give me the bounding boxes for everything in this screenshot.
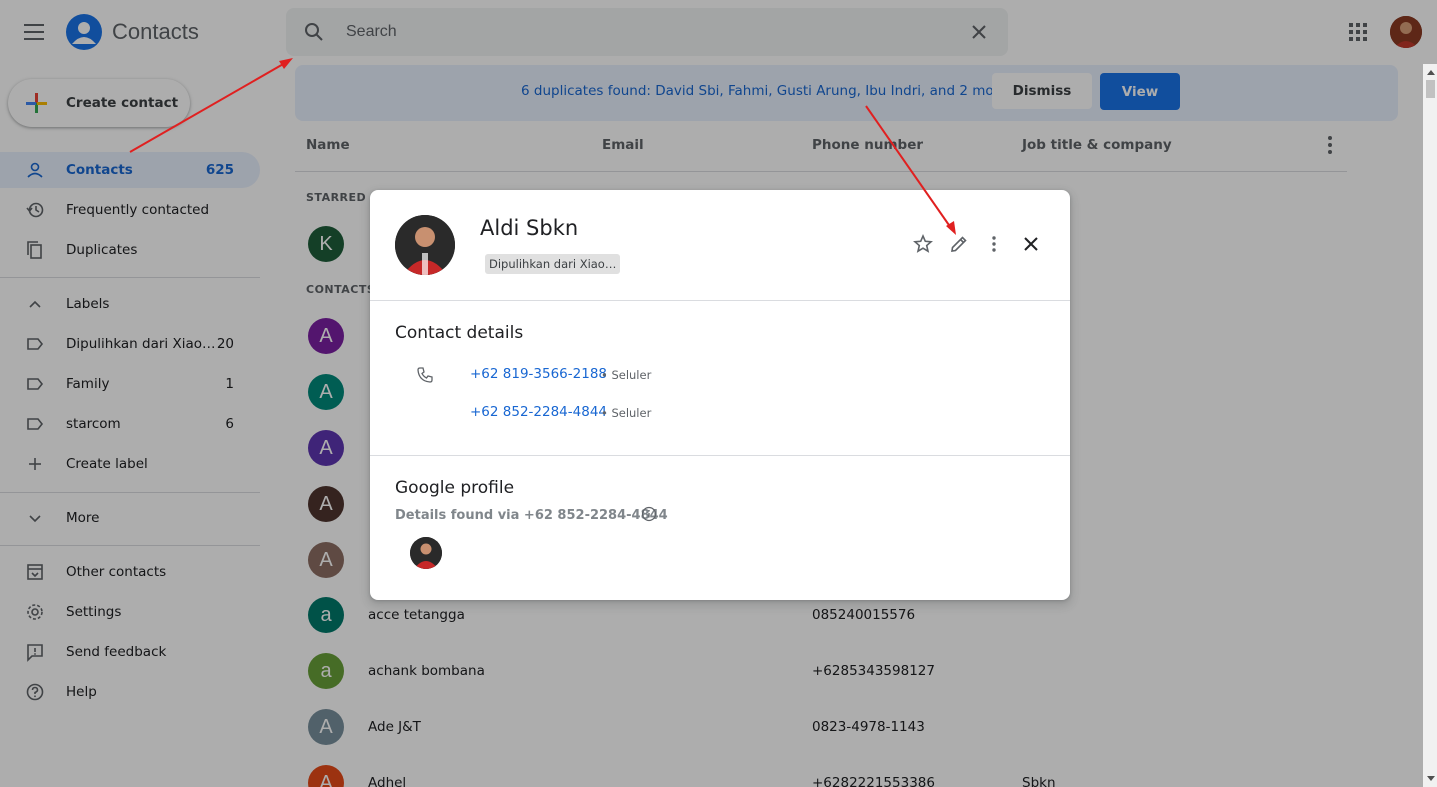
phone-link[interactable]: +62 819-3566-2188 [470,366,607,382]
dialog-divider [370,300,1070,301]
contact-name-title: Aldi Sbkn [480,216,579,240]
phone-type: • Seluler [601,368,652,382]
phone-type: • Seluler [601,406,652,420]
info-icon[interactable] [641,506,657,522]
scroll-down-arrow[interactable] [1427,776,1435,781]
details-found-text: Details found via +62 852-2284-4844 [395,508,668,523]
contact-dialog: Aldi Sbkn Dipulihkan dari Xiao… Contact … [370,190,1070,600]
google-profile-photo[interactable] [410,537,442,569]
phone-icon [417,367,433,383]
phone-link[interactable]: +62 852-2284-4844 [470,404,607,420]
scroll-up-arrow[interactable] [1427,70,1435,75]
star-icon[interactable] [911,232,935,256]
edit-icon[interactable] [947,232,971,256]
contact-photo [395,215,455,275]
close-icon[interactable] [1019,232,1043,256]
scrollbar-thumb[interactable] [1426,80,1435,98]
scrollbar[interactable] [1423,64,1437,787]
label-chip[interactable]: Dipulihkan dari Xiao… [485,254,621,274]
google-profile-title: Google profile [395,478,515,498]
more-vert-icon[interactable] [982,232,1006,256]
contact-details-title: Contact details [395,323,524,343]
dialog-divider [370,455,1070,456]
